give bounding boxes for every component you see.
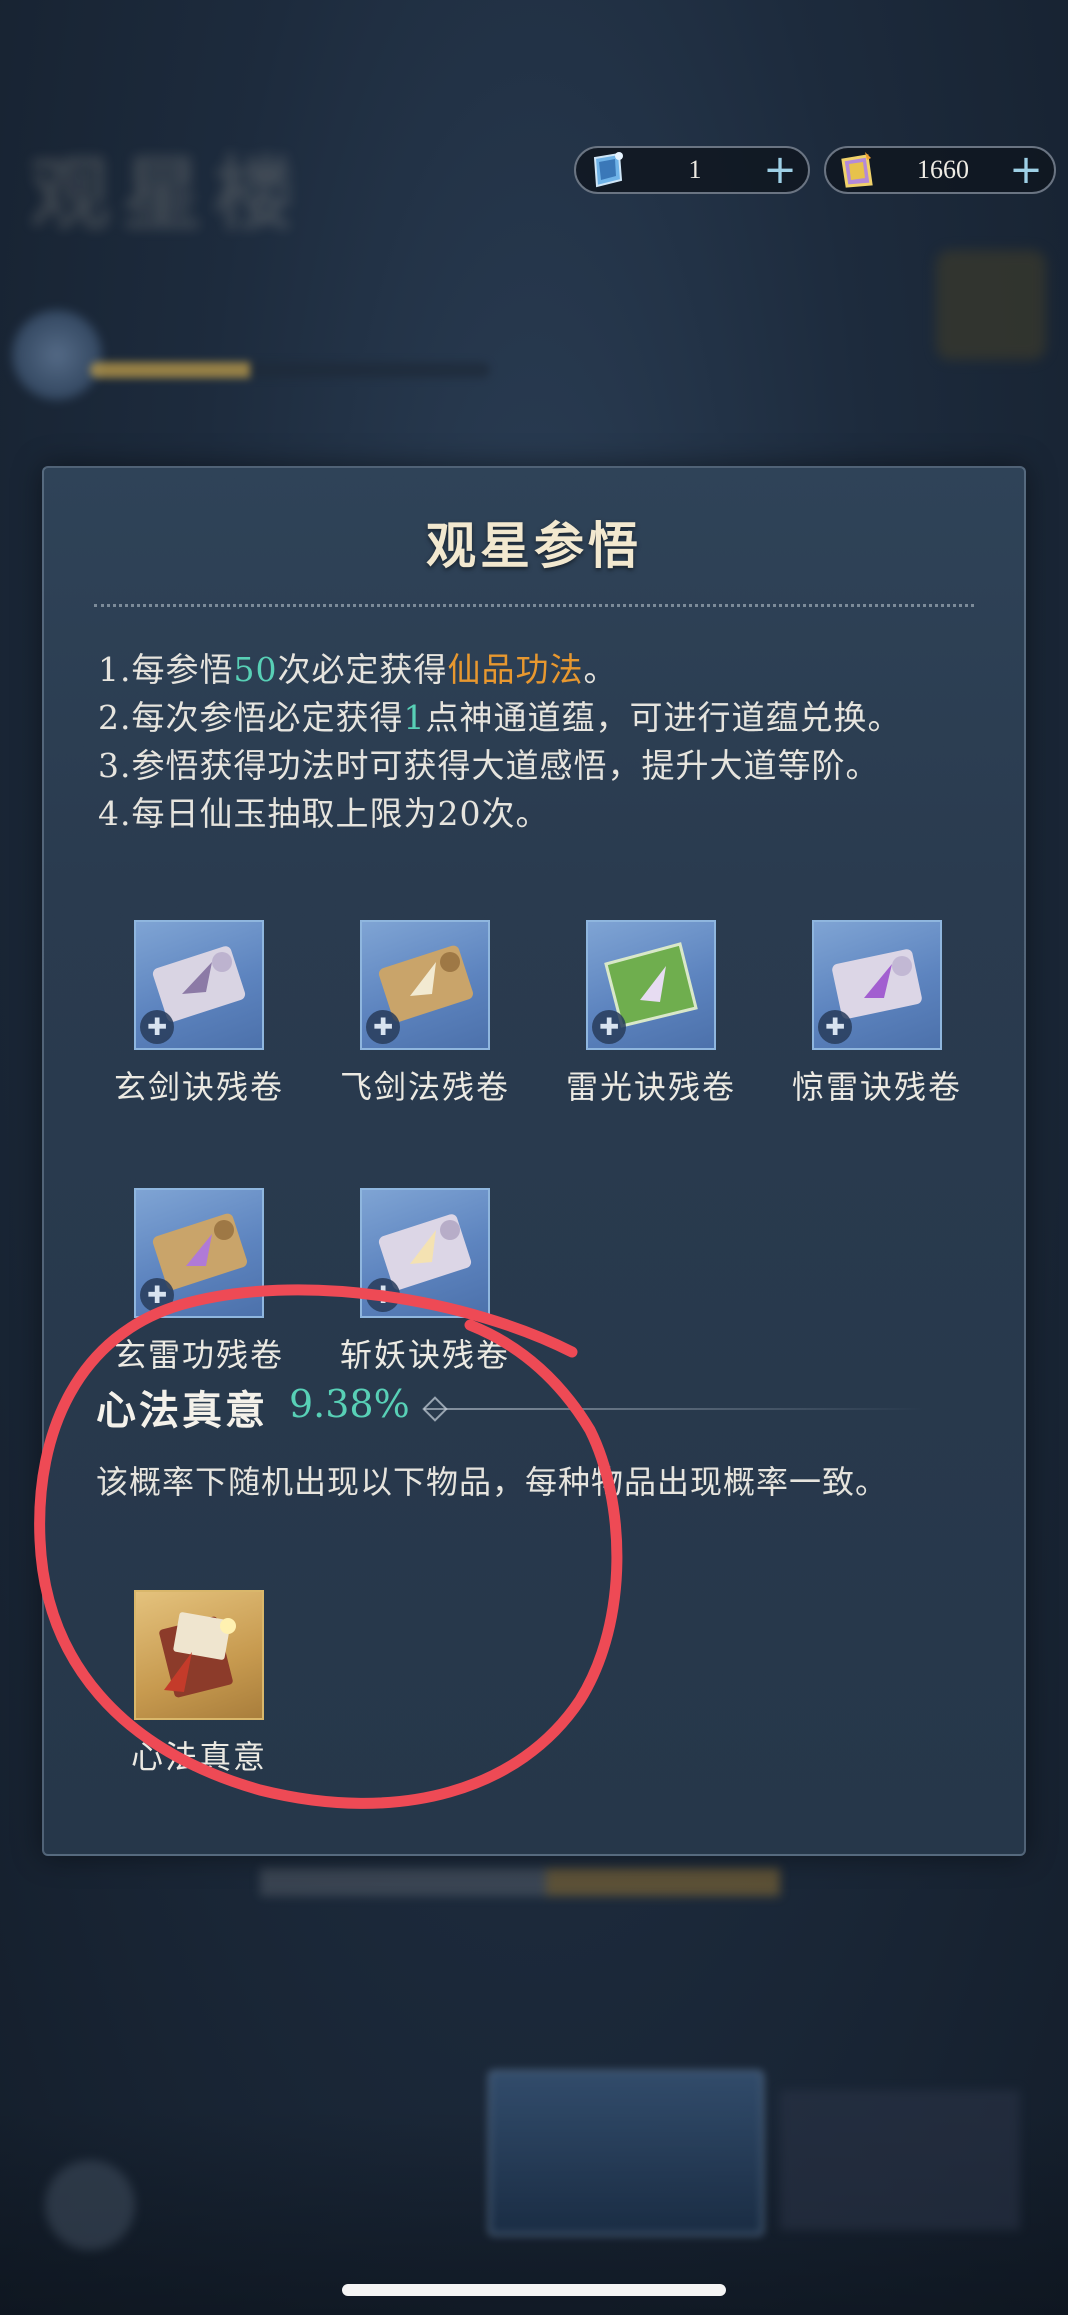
add-jade-button[interactable]: +: [1004, 150, 1048, 190]
item-feijian-scroll[interactable]: ✚ 飞剑法残卷: [330, 920, 520, 1108]
background-avatar: [12, 310, 102, 400]
rule-2: 2.每次参悟必定获得1点神通道蕴，可进行道蕴兑换。: [98, 698, 902, 737]
scroll-icon: ✚: [134, 920, 264, 1050]
item-label: 心法真意: [130, 1738, 267, 1776]
rule-3: 3.参悟获得功法时可获得大道感悟，提升大道等阶。: [98, 746, 880, 785]
background-back-button: [45, 2160, 135, 2250]
treasure-icon: [134, 1590, 264, 1720]
panel-title: 观星参悟: [426, 516, 642, 575]
item-xuanjian-scroll[interactable]: ✚ 玄剑诀残卷: [104, 920, 294, 1108]
section-description: 该概率下随机出现以下物品，每种物品出现概率一致。: [96, 1463, 889, 1501]
section-rate: 9.38%: [289, 1382, 410, 1426]
ticket-count: 1: [688, 155, 702, 184]
fragment-icon: ✚: [592, 1010, 626, 1044]
jade-icon: [832, 145, 882, 195]
item-xuanlei-scroll[interactable]: ✚ 玄雷功残卷: [104, 1188, 294, 1376]
jade-count: 1660: [917, 155, 969, 184]
fragment-icon: ✚: [818, 1010, 852, 1044]
scroll-icon: ✚: [812, 920, 942, 1050]
section-divider: [424, 1408, 924, 1410]
item-xinfa-zhenyi[interactable]: 心法真意: [104, 1590, 294, 1778]
home-indicator: [342, 2284, 726, 2296]
item-label: 玄剑诀残卷: [113, 1068, 284, 1106]
fragment-icon: ✚: [140, 1278, 174, 1312]
background-progress: [90, 362, 490, 378]
item-label: 斩妖诀残卷: [339, 1336, 510, 1374]
rule-1: 1.每参悟50次必定获得仙品功法。: [98, 650, 618, 689]
item-zhanyao-scroll[interactable]: ✚ 斩妖诀残卷: [330, 1188, 520, 1376]
section-title: 心法真意: [96, 1387, 268, 1434]
scroll-icon: ✚: [360, 1188, 490, 1318]
book-icon: ✚: [586, 920, 716, 1050]
jade-counter: 1660 +: [824, 146, 1056, 194]
fragment-icon: ✚: [366, 1278, 400, 1312]
item-label: 玄雷功残卷: [113, 1336, 284, 1374]
title-divider: [94, 604, 974, 607]
item-label: 飞剑法残卷: [339, 1068, 510, 1106]
background-card-2: [780, 2090, 1020, 2230]
background-side-button: [936, 250, 1046, 360]
observe-stars-panel: 观星参悟 1.每参悟50次必定获得仙品功法。 2.每次参悟必定获得1点神通道蕴，…: [42, 466, 1026, 1856]
add-ticket-button[interactable]: +: [758, 150, 802, 190]
rules-list: 1.每参悟50次必定获得仙品功法。 2.每次参悟必定获得1点神通道蕴，可进行道蕴…: [98, 646, 1018, 838]
fragment-icon: ✚: [140, 1010, 174, 1044]
item-jinglei-scroll[interactable]: ✚ 惊雷诀残卷: [782, 920, 972, 1108]
background-title-blur: 观星楼: [30, 147, 306, 241]
ticket-counter: 1 +: [574, 146, 810, 194]
ticket-icon: [582, 145, 632, 195]
item-label: 雷光诀残卷: [565, 1068, 736, 1106]
rule-4: 4.每日仙玉抽取上限为20次。: [98, 794, 550, 833]
item-label: 惊雷诀残卷: [791, 1068, 962, 1106]
background-text: [260, 1868, 780, 1896]
item-leiguang-scroll[interactable]: ✚ 雷光诀残卷: [556, 920, 746, 1108]
scroll-icon: ✚: [360, 920, 490, 1050]
scroll-icon: ✚: [134, 1188, 264, 1318]
fragment-icon: ✚: [366, 1010, 400, 1044]
background-card: [488, 2070, 764, 2236]
